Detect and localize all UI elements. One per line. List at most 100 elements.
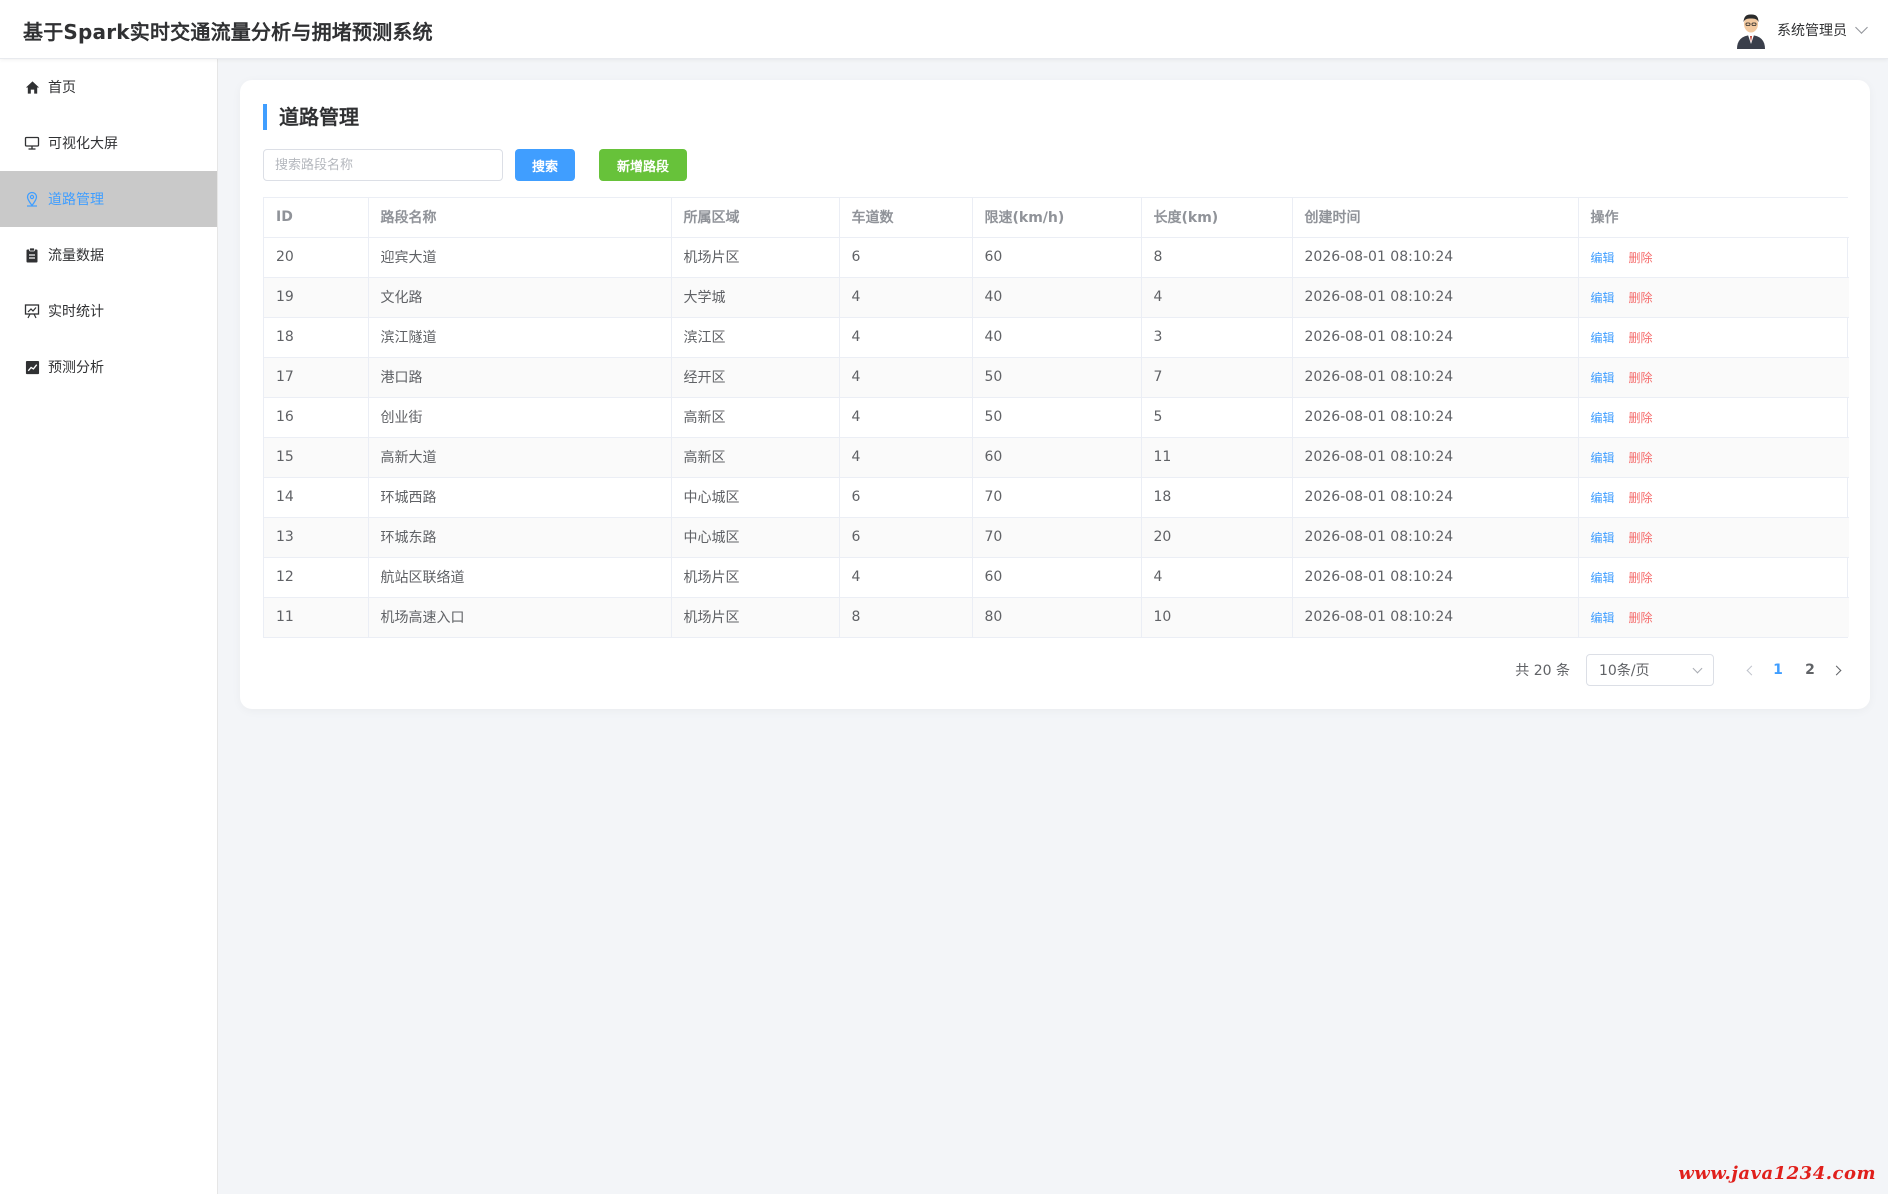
- cell-area: 机场片区: [671, 557, 840, 598]
- cell-id: 12: [264, 557, 369, 598]
- location-icon: [24, 191, 40, 207]
- delete-button[interactable]: 删除: [1629, 611, 1653, 625]
- edit-button[interactable]: 编辑: [1591, 611, 1615, 625]
- sidebar-item-dashboard[interactable]: 可视化大屏: [0, 115, 217, 171]
- column-header-length[interactable]: 长度(km): [1141, 198, 1293, 238]
- sidebar-item-traffic-data[interactable]: 流量数据: [0, 227, 217, 283]
- delete-button[interactable]: 删除: [1629, 331, 1653, 345]
- total-count: 共 20 条: [1515, 663, 1570, 679]
- edit-button[interactable]: 编辑: [1591, 371, 1615, 385]
- cell-name: 迎宾大道: [368, 237, 672, 278]
- cell-created: 2026-08-01 08:10:24: [1292, 397, 1579, 438]
- chevron-down-icon: [1692, 663, 1703, 673]
- cell-actions: 编辑 删除: [1578, 397, 1849, 438]
- delete-button[interactable]: 删除: [1629, 291, 1653, 305]
- edit-button[interactable]: 编辑: [1591, 531, 1615, 545]
- cell-length: 20: [1141, 517, 1293, 558]
- delete-button[interactable]: 删除: [1629, 371, 1653, 385]
- top-header: 基于Spark实时交通流量分析与拥堵预测系统 系统管理员: [0, 0, 1888, 59]
- cell-actions: 编辑 删除: [1578, 277, 1849, 318]
- prev-page-button[interactable]: [1738, 656, 1762, 684]
- cell-lanes: 4: [839, 397, 973, 438]
- edit-button[interactable]: 编辑: [1591, 291, 1615, 305]
- cell-name: 环城西路: [368, 477, 672, 518]
- cell-speed: 40: [972, 277, 1142, 318]
- column-header-speed-limit[interactable]: 限速(km/h): [972, 198, 1142, 238]
- cell-area: 高新区: [671, 397, 840, 438]
- edit-button[interactable]: 编辑: [1591, 251, 1615, 265]
- edit-button[interactable]: 编辑: [1591, 411, 1615, 425]
- cell-actions: 编辑 删除: [1578, 517, 1849, 558]
- edit-button[interactable]: 编辑: [1591, 491, 1615, 505]
- search-input[interactable]: [263, 149, 503, 181]
- sidebar-item-prediction[interactable]: 预测分析: [0, 339, 217, 395]
- avatar[interactable]: [1733, 11, 1769, 49]
- home-icon: [24, 79, 40, 95]
- cell-id: 13: [264, 517, 369, 558]
- add-road-button[interactable]: 新增路段: [599, 149, 687, 181]
- column-header-created-time[interactable]: 创建时间: [1292, 198, 1579, 238]
- delete-button[interactable]: 删除: [1629, 451, 1653, 465]
- column-header-id[interactable]: ID: [264, 198, 369, 238]
- table-row: 20 迎宾大道 机场片区 6 60 8 2026-08-01 08:10:24 编辑 删除: [264, 237, 1849, 278]
- cell-speed: 60: [972, 557, 1142, 598]
- sidebar-item-home[interactable]: 首页: [0, 59, 217, 115]
- table-row: 14 环城西路 中心城区 6 70 18 2026-08-01 08:10:24 编辑 删除: [264, 477, 1849, 518]
- table-row: 15 高新大道 高新区 4 60 11 2026-08-01 08:10:24 编辑 删除: [264, 437, 1849, 478]
- user-name[interactable]: 系统管理员: [1777, 20, 1847, 40]
- cell-created: 2026-08-01 08:10:24: [1292, 237, 1579, 278]
- cell-actions: 编辑 删除: [1578, 317, 1849, 358]
- cell-id: 14: [264, 477, 369, 518]
- cell-length: 8: [1141, 237, 1293, 278]
- chevron-right-icon: [1831, 665, 1842, 675]
- cell-id: 15: [264, 437, 369, 478]
- delete-button[interactable]: 删除: [1629, 571, 1653, 585]
- cell-lanes: 4: [839, 557, 973, 598]
- user-menu[interactable]: 系统管理员: [1733, 10, 1868, 50]
- delete-button[interactable]: 删除: [1629, 411, 1653, 425]
- sidebar-item-realtime-stats[interactable]: 实时统计: [0, 283, 217, 339]
- cell-id: 11: [264, 597, 369, 637]
- delete-button[interactable]: 删除: [1629, 251, 1653, 265]
- table-row: 16 创业街 高新区 4 50 5 2026-08-01 08:10:24 编辑 删除: [264, 397, 1849, 438]
- cell-speed: 80: [972, 597, 1142, 637]
- cell-id: 20: [264, 237, 369, 278]
- cell-actions: 编辑 删除: [1578, 357, 1849, 398]
- sidebar-item-road-management[interactable]: 道路管理: [0, 171, 217, 227]
- cell-speed: 60: [972, 237, 1142, 278]
- column-header-area[interactable]: 所属区域: [671, 198, 840, 238]
- cell-id: 18: [264, 317, 369, 358]
- page-title: 道路管理: [263, 104, 359, 130]
- cell-area: 经开区: [671, 357, 840, 398]
- page-size-select[interactable]: 10条/页: [1586, 654, 1714, 686]
- edit-button[interactable]: 编辑: [1591, 331, 1615, 345]
- edit-button[interactable]: 编辑: [1591, 451, 1615, 465]
- cell-name: 机场高速入口: [368, 597, 672, 637]
- column-header-lanes[interactable]: 车道数: [839, 198, 973, 238]
- next-page-button[interactable]: [1826, 656, 1850, 684]
- delete-button[interactable]: 删除: [1629, 531, 1653, 545]
- cell-length: 11: [1141, 437, 1293, 478]
- sidebar-item-label: 预测分析: [48, 360, 104, 376]
- sidebar-item-label: 首页: [48, 80, 76, 96]
- cell-speed: 50: [972, 397, 1142, 438]
- chevron-down-icon[interactable]: [1855, 21, 1868, 34]
- cell-length: 7: [1141, 357, 1293, 398]
- cell-lanes: 4: [839, 317, 973, 358]
- cell-length: 10: [1141, 597, 1293, 637]
- cell-speed: 70: [972, 517, 1142, 558]
- page-1-button[interactable]: 1: [1762, 656, 1794, 684]
- cell-length: 4: [1141, 277, 1293, 318]
- delete-button[interactable]: 删除: [1629, 491, 1653, 505]
- search-button[interactable]: 搜索: [515, 149, 575, 181]
- page-2-button[interactable]: 2: [1794, 656, 1826, 684]
- cell-length: 5: [1141, 397, 1293, 438]
- cell-actions: 编辑 删除: [1578, 557, 1849, 598]
- column-header-name[interactable]: 路段名称: [368, 198, 672, 238]
- cell-created: 2026-08-01 08:10:24: [1292, 357, 1579, 398]
- cell-name: 环城东路: [368, 517, 672, 558]
- table-header-row: ID 路段名称 所属区域 车道数 限速(km/h) 长度(km) 创建时间 操作: [264, 198, 1849, 238]
- watermark: www.java1234.com: [1678, 1163, 1876, 1184]
- cell-area: 机场片区: [671, 237, 840, 278]
- edit-button[interactable]: 编辑: [1591, 571, 1615, 585]
